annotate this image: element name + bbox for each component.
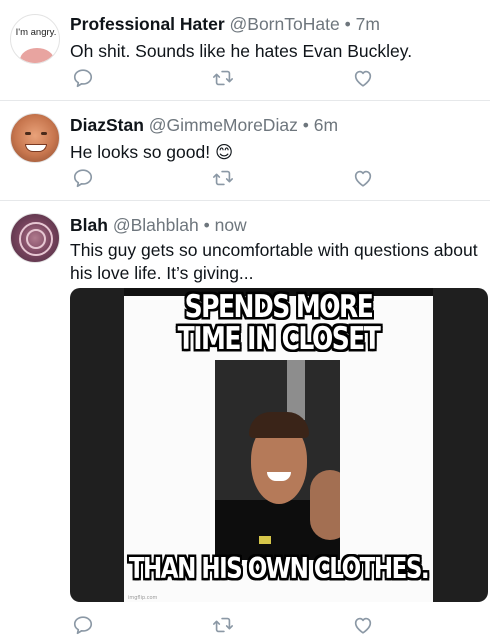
retweet-icon[interactable]: [212, 167, 234, 189]
heart-icon[interactable]: [352, 67, 374, 89]
user-handle[interactable]: @Blahblah: [113, 215, 199, 235]
separator-dot: •: [344, 14, 351, 34]
timestamp[interactable]: 6m: [314, 115, 338, 135]
tweet-header: Blah @Blahblah • now: [70, 215, 247, 236]
avatar-eye-right: [41, 132, 47, 135]
avatar-blah[interactable]: [10, 213, 60, 263]
retweet-icon[interactable]: [212, 614, 234, 636]
avatar-onion-ring: [26, 229, 46, 249]
avatar-smile: [25, 144, 47, 152]
reply-icon[interactable]: [72, 67, 94, 89]
timestamp[interactable]: 7m: [356, 14, 380, 34]
display-name[interactable]: Professional Hater: [70, 14, 225, 34]
tweet-1[interactable]: I'm angry. Professional Hater @BornToHat…: [0, 0, 490, 100]
tweet-2[interactable]: DiazStan @GimmeMoreDiaz • 6m He looks so…: [0, 101, 490, 200]
avatar-diazstan[interactable]: [10, 113, 60, 163]
retweet-icon[interactable]: [212, 67, 234, 89]
tweet-text: This guy gets so uncomfortable with ques…: [70, 240, 478, 283]
meme-photo: [215, 360, 340, 560]
meme-caption-bottom: THAN HIS OWN CLOTHES.: [128, 552, 430, 586]
avatar-text: I'm angry.: [15, 27, 57, 38]
tweet-actions: [0, 67, 490, 89]
timestamp[interactable]: now: [215, 215, 247, 235]
tweet-actions: [0, 167, 490, 189]
avatar-professional-hater[interactable]: I'm angry.: [10, 14, 60, 64]
photo-hair: [249, 412, 309, 438]
meme-watermark: imgflip.com: [128, 595, 158, 601]
user-handle[interactable]: @GimmeMoreDiaz: [149, 115, 298, 135]
tweet-text: Oh shit. Sounds like he hates Evan Buckl…: [70, 41, 413, 61]
tweet-media-meme[interactable]: SPENDS MORE TIME IN CLOSET THAN HIS OWN …: [70, 288, 488, 602]
meme-caption-top-2: TIME IN CLOSET: [177, 320, 381, 357]
tweet-header: Professional Hater @BornToHate • 7m: [70, 14, 380, 35]
tweet-text: He looks so good! 😊: [70, 142, 234, 162]
tweet-header: DiazStan @GimmeMoreDiaz • 6m: [70, 115, 338, 136]
heart-icon[interactable]: [352, 167, 374, 189]
separator-dot: •: [203, 215, 210, 235]
separator-dot: •: [302, 115, 309, 135]
reply-icon[interactable]: [72, 167, 94, 189]
tweet-actions: [0, 614, 490, 636]
photo-badge: [259, 536, 271, 544]
heart-icon[interactable]: [352, 614, 374, 636]
avatar-eye-left: [25, 132, 31, 135]
meme-caption-top-1: SPENDS MORE: [184, 288, 374, 325]
reply-icon[interactable]: [72, 614, 94, 636]
avatar-lips: [20, 48, 54, 63]
display-name[interactable]: DiazStan: [70, 115, 144, 135]
user-handle[interactable]: @BornToHate: [230, 14, 340, 34]
display-name[interactable]: Blah: [70, 215, 108, 235]
photo-pillar: [287, 360, 305, 420]
photo-shoulder: [310, 470, 340, 540]
